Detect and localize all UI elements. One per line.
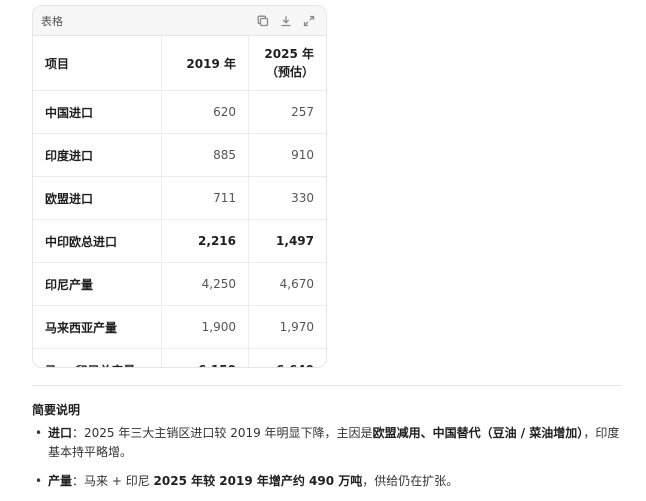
table-row: 中国进口 620 257: [33, 90, 326, 134]
cell-2019: 711: [161, 176, 249, 220]
cell-2019: 4,250: [161, 262, 249, 306]
header-2019: 2019 年: [161, 36, 249, 91]
header-item: 项目: [33, 36, 162, 91]
cell-2019: 6,150: [161, 348, 249, 367]
table-row: 印度进口 885 910: [33, 133, 326, 177]
section-divider: [32, 385, 622, 386]
table-row: 马来西亚产量 1,900 1,970: [33, 305, 326, 349]
table-row-total-production: 马 + 印尼总产量 6,150 6,640: [33, 348, 326, 368]
cell-2019: 2,216: [161, 219, 249, 263]
bullet-icon: •: [35, 474, 43, 488]
summary-item-separator: ：: [72, 426, 85, 440]
row-label: 欧盟进口: [33, 176, 162, 220]
cell-2025: 257: [248, 90, 326, 134]
row-label: 印度进口: [33, 133, 162, 177]
summary-item-emphasis: 欧盟减用、中国替代（豆油 / 菜油增加）: [372, 426, 584, 440]
table-row-total-imports: 中印欧总进口 2,216 1,497: [33, 219, 326, 263]
summary-title: 简要说明: [32, 403, 81, 417]
cell-2025: 1,970: [248, 305, 326, 349]
summary-list: • 进口：2025 年三大主销区进口较 2019 年明显下降，主因是欧盟减用、中…: [32, 424, 626, 501]
cell-2025: 4,670: [248, 262, 326, 306]
summary-item-label: 产量: [48, 474, 73, 488]
download-icon[interactable]: [279, 14, 293, 28]
cell-2019: 620: [161, 90, 249, 134]
table-row: 印尼产量 4,250 4,670: [33, 262, 326, 306]
summary-item-production: • 产量：马来 + 印尼 2025 年较 2019 年增产约 490 万吨，供给…: [32, 472, 626, 491]
table-header-row: 项目 2019 年 2025 年（预估）: [33, 36, 326, 91]
summary-item-emphasis: 2025 年较 2019 年增产约 490 万吨: [153, 474, 363, 488]
expand-icon[interactable]: [302, 14, 316, 28]
summary-item-text: ，供给仍在扩张。: [362, 474, 459, 488]
cell-2025: 6,640: [248, 348, 326, 367]
summary-item-imports: • 进口：2025 年三大主销区进口较 2019 年明显下降，主因是欧盟减用、中…: [32, 424, 626, 462]
table-card-header: 表格: [33, 6, 326, 36]
cell-2025: 910: [248, 133, 326, 177]
summary-item-text: 2025 年三大主销区进口较 2019 年明显下降，主因是: [84, 426, 373, 440]
table-card-title: 表格: [41, 14, 63, 28]
header-2025: 2025 年（预估）: [248, 36, 326, 91]
table-row: 欧盟进口 711 330: [33, 176, 326, 220]
copy-icon[interactable]: [256, 14, 270, 28]
summary-item-label: 进口: [48, 426, 73, 440]
cell-2019: 885: [161, 133, 249, 177]
cell-2019: 1,900: [161, 305, 249, 349]
cell-2025: 330: [248, 176, 326, 220]
row-label: 中国进口: [33, 90, 162, 134]
summary-item-text: 马来 + 印尼: [84, 474, 154, 488]
row-label: 马 + 印尼总产量: [33, 349, 162, 368]
summary-item-separator: ：: [72, 474, 85, 488]
table-toolbar: [256, 14, 316, 28]
row-label: 中印欧总进口: [33, 219, 162, 263]
bullet-icon: •: [35, 426, 43, 440]
row-label: 印尼产量: [33, 262, 162, 306]
cell-2025: 1,497: [248, 219, 326, 263]
row-label: 马来西亚产量: [33, 305, 162, 349]
table-card: 表格 项目 2019 年 2025 年（预估） 中国进口 620 257 印度进…: [32, 5, 327, 368]
data-table: 项目 2019 年 2025 年（预估） 中国进口 620 257 印度进口 8…: [33, 36, 326, 368]
